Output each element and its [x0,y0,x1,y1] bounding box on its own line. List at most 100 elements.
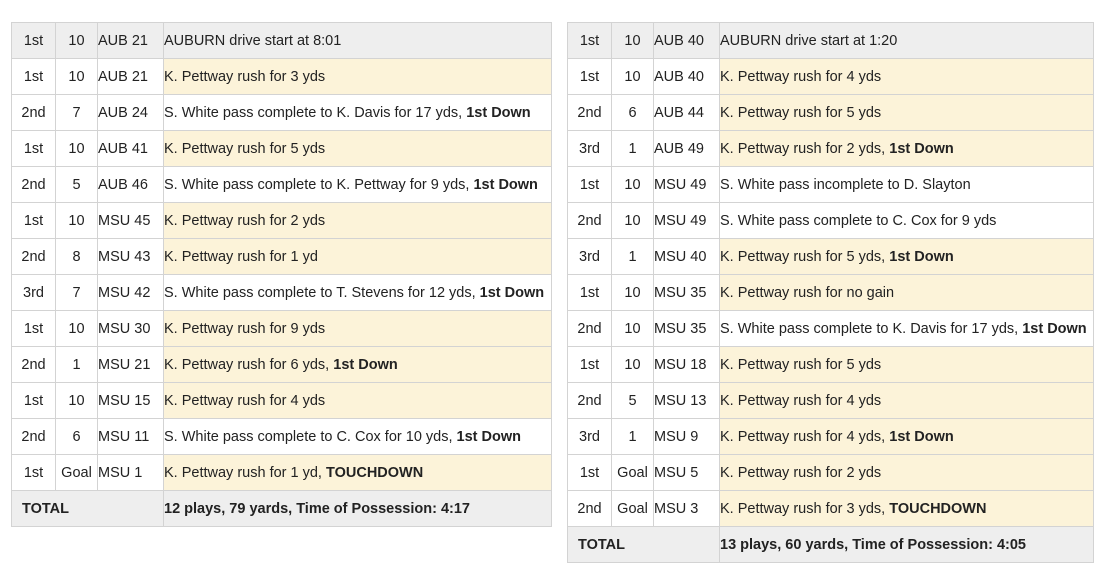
drive-table-body: 1st 10 AUB 21 AUBURN drive start at 8:01 1st… [11,22,552,527]
play-row: 2nd 8 MSU 43 K. Pettway rush for 1 yd [11,238,552,275]
play-text: K. Pettway rush for 4 yds [720,392,882,409]
play-result: TOUCHDOWN [889,500,987,517]
play-down: 2nd [567,382,612,419]
play-row: 1st 10 MSU 35 K. Pettway rush for no gain [567,274,1094,311]
play-description: K. Pettway rush for 2 yds [163,202,552,239]
play-distance: 6 [611,94,654,131]
play-text: K. Pettway rush for 2 yds, [720,140,890,157]
play-down: 2nd [11,238,56,275]
play-row: 1st 10 MSU 45 K. Pettway rush for 2 yds [11,202,552,239]
total-label: TOTAL [567,526,720,563]
play-spot: MSU 42 [97,274,164,311]
play-description: K. Pettway rush for 2 yds, 1st Down [719,130,1094,167]
play-row: 1st 10 MSU 15 K. Pettway rush for 4 yds [11,382,552,419]
drive-header-row: 1st 10 AUB 40 AUBURN drive start at 1:20 [567,22,1094,59]
play-row: 2nd 10 MSU 49 S. White pass complete to C. … [567,202,1094,239]
play-text: K. Pettway rush for 5 yds, [720,248,890,265]
play-text: S. White pass complete to T. Stevens for… [164,284,480,301]
play-spot: MSU 18 [653,346,720,383]
drive-table-2: 1st 10 AUB 40 AUBURN drive start at 1:20 1st… [567,22,1094,563]
play-spot: AUB 41 [97,130,164,167]
play-text: K. Pettway rush for 4 yds [720,68,882,85]
play-distance: 10 [611,346,654,383]
play-text: K. Pettway rush for no gain [720,284,895,301]
play-description: K. Pettway rush for 5 yds [719,94,1094,131]
play-row: 3rd 7 MSU 42 S. White pass complete to T. S… [11,274,552,311]
play-down: 2nd [567,202,612,239]
drive-table-body: 1st 10 AUB 40 AUBURN drive start at 1:20 1st… [567,22,1094,563]
play-down: 1st [11,202,56,239]
drive-total-row: TOTAL 13 plays, 60 yards, Time of Possess… [567,526,1094,563]
play-description: K. Pettway rush for 2 yds [719,454,1094,491]
drive-start-text: AUBURN drive start at 8:01 [163,22,552,59]
play-spot: MSU 40 [653,238,720,275]
play-row: 2nd 6 AUB 44 K. Pettway rush for 5 yds [567,94,1094,131]
play-row: 2nd 6 MSU 11 S. White pass complete to C. C… [11,418,552,455]
play-description: K. Pettway rush for 4 yds [163,382,552,419]
play-down: 3rd [567,130,612,167]
total-label: TOTAL [11,490,164,527]
play-row: 1st 10 MSU 30 K. Pettway rush for 9 yds [11,310,552,347]
play-description: K. Pettway rush for 5 yds [719,346,1094,383]
play-result: 1st Down [473,176,538,193]
header-distance: 10 [611,22,654,59]
play-text: K. Pettway rush for 6 yds, [164,356,334,373]
play-description: K. Pettway rush for 5 yds, 1st Down [719,238,1094,275]
play-description: K. Pettway rush for 1 yd [163,238,552,275]
play-down: 2nd [11,346,56,383]
play-down: 3rd [567,418,612,455]
play-distance: 10 [55,382,98,419]
header-spot: AUB 21 [97,22,164,59]
play-row: 1st 10 AUB 41 K. Pettway rush for 5 yds [11,130,552,167]
play-row: 2nd 1 MSU 21 K. Pettway rush for 6 yds, 1st… [11,346,552,383]
play-description: K. Pettway rush for 5 yds [163,130,552,167]
play-description: K. Pettway rush for 4 yds [719,382,1094,419]
play-description: S. White pass complete to C. Cox for 10 … [163,418,552,455]
play-row: 2nd Goal MSU 3 K. Pettway rush for 3 yds, T… [567,490,1094,527]
play-down: 1st [11,310,56,347]
play-distance: 8 [55,238,98,275]
play-row: 1st 10 AUB 21 K. Pettway rush for 3 yds [11,58,552,95]
play-text: K. Pettway rush for 5 yds [164,140,326,157]
play-distance: 7 [55,94,98,131]
play-distance: Goal [611,454,654,491]
play-distance: 10 [55,310,98,347]
drive-table-1: 1st 10 AUB 21 AUBURN drive start at 8:01 1st… [11,22,552,527]
play-distance: 5 [55,166,98,203]
play-text: K. Pettway rush for 3 yds [164,68,326,85]
header-down: 1st [11,22,56,59]
play-description: K. Pettway rush for 4 yds [719,58,1094,95]
play-result: 1st Down [889,428,954,445]
play-description: K. Pettway rush for 1 yd, TOUCHDOWN [163,454,552,491]
play-spot: MSU 9 [653,418,720,455]
play-result: TOUCHDOWN [326,464,424,481]
play-text: S. White pass incomplete to D. Slayton [720,176,971,193]
play-row: 3rd 1 MSU 40 K. Pettway rush for 5 yds, 1st… [567,238,1094,275]
play-spot: MSU 35 [653,274,720,311]
play-spot: MSU 3 [653,490,720,527]
play-down: 3rd [567,238,612,275]
play-distance: 1 [55,346,98,383]
play-distance: 7 [55,274,98,311]
play-down: 2nd [567,490,612,527]
play-distance: 5 [611,382,654,419]
play-spot: MSU 15 [97,382,164,419]
play-text: S. White pass complete to K. Pettway for… [164,176,474,193]
play-result: 1st Down [479,284,545,301]
play-distance: 10 [611,58,654,95]
play-description: K. Pettway rush for 6 yds, 1st Down [163,346,552,383]
play-row: 2nd 5 AUB 46 S. White pass complete to K. P… [11,166,552,203]
play-down: 1st [567,274,612,311]
play-row: 1st Goal MSU 1 K. Pettway rush for 1 yd, TO… [11,454,552,491]
total-summary: 13 plays, 60 yards, Time of Possession: … [719,526,1094,563]
play-text: K. Pettway rush for 1 yd [164,248,318,265]
drive-total-row: TOTAL 12 plays, 79 yards, Time of Possess… [11,490,552,527]
play-down: 1st [11,58,56,95]
play-description: S. White pass complete to K. Davis for 1… [163,94,552,131]
play-spot: MSU 5 [653,454,720,491]
play-text: K. Pettway rush for 2 yds [720,464,882,481]
play-spot: MSU 43 [97,238,164,275]
play-row: 2nd 7 AUB 24 S. White pass complete to K. D… [11,94,552,131]
play-text: K. Pettway rush for 9 yds [164,320,326,337]
play-distance: Goal [55,454,98,491]
